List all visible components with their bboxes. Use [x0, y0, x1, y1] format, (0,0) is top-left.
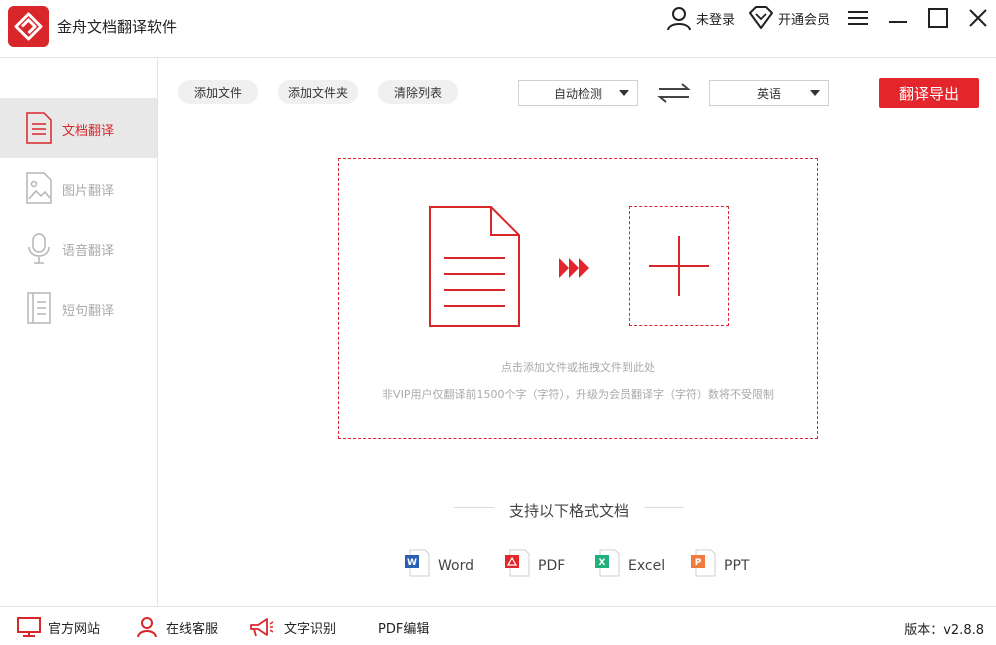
official-website-link[interactable]: 官方网站	[16, 617, 100, 637]
ocr-label: 文字识别	[284, 621, 337, 637]
document-icon	[26, 112, 52, 144]
file-drop-zone[interactable]: 点击添加文件或拖拽文件到此处 非VIP用户仅翻译前1500个字（字符），升级为会…	[338, 158, 818, 439]
user-icon	[137, 617, 157, 637]
official-website-label: 官方网站	[48, 621, 101, 637]
format-label: Excel	[628, 558, 666, 574]
vip-button[interactable]: 开通会员	[748, 4, 830, 32]
online-support-label: 在线客服	[166, 621, 219, 637]
app-title: 金舟文档翻译软件	[57, 18, 178, 36]
pdf-icon	[505, 549, 530, 577]
sidebar-item-label: 短句翻译	[62, 304, 115, 319]
plus-icon	[649, 236, 709, 296]
sidebar-item-voice-translate[interactable]: 语音翻译	[0, 218, 157, 278]
clear-list-button[interactable]: 清除列表	[378, 80, 458, 104]
format-excel: X Excel	[594, 548, 665, 578]
diamond-icon	[749, 6, 773, 29]
add-folder-button[interactable]: 添加文件夹	[278, 80, 358, 104]
format-pdf: PDF	[504, 548, 565, 578]
sidebar-item-label: 图片翻译	[62, 184, 115, 199]
vip-limit-note: 非VIP用户仅翻译前1500个字（字符），升级为会员翻译字（字符）数将不受限制	[382, 388, 774, 401]
format-ppt: P PPT	[690, 548, 749, 578]
swap-languages-button[interactable]	[656, 80, 692, 106]
format-label: Word	[438, 558, 474, 574]
drop-hint: 点击添加文件或拖拽文件到此处	[501, 361, 655, 374]
pdf-edit-link[interactable]: PDF编辑	[378, 617, 429, 637]
document-icon	[429, 206, 520, 327]
excel-icon: X	[595, 549, 620, 577]
version-label: 版本：v2.8.8	[904, 623, 984, 638]
format-label: PDF	[538, 558, 566, 574]
microphone-icon	[28, 233, 50, 264]
add-file-area[interactable]	[629, 206, 729, 326]
formats-title: 支持以下格式文档	[508, 502, 629, 520]
close-icon	[969, 9, 987, 27]
chevron-down-icon	[810, 90, 820, 96]
sidebar-item-document-translate[interactable]: 文档翻译	[0, 98, 157, 158]
word-icon: W	[405, 549, 430, 577]
notebook-icon	[27, 292, 51, 324]
monitor-icon	[17, 617, 41, 637]
svg-text:W: W	[407, 558, 417, 568]
login-button[interactable]: 未登录	[666, 4, 735, 32]
image-icon	[26, 172, 52, 204]
pdf-edit-label: PDF编辑	[378, 621, 430, 637]
megaphone-icon	[250, 618, 274, 637]
add-file-button[interactable]: 添加文件	[178, 80, 258, 104]
arrows-right-icon	[559, 258, 589, 278]
minimize-button[interactable]	[884, 4, 912, 32]
divider	[644, 507, 684, 508]
sidebar-item-sentence-translate[interactable]: 短句翻译	[0, 278, 157, 338]
sidebar-item-label: 语音翻译	[62, 244, 115, 259]
menu-icon	[848, 11, 868, 25]
svg-text:X: X	[599, 558, 606, 568]
close-button[interactable]	[964, 4, 992, 32]
swap-icon	[657, 83, 691, 103]
source-language-select[interactable]: 自动检测	[518, 80, 638, 106]
chevron-down-icon	[619, 90, 629, 96]
online-support-link[interactable]: 在线客服	[134, 617, 218, 637]
format-label: PPT	[724, 558, 750, 574]
ocr-link[interactable]: 文字识别	[248, 617, 336, 637]
app-logo-icon	[8, 6, 49, 47]
maximize-icon	[928, 8, 948, 28]
sidebar: 文档翻译 图片翻译 语音翻译 短句翻译	[0, 58, 158, 606]
user-icon	[667, 7, 691, 31]
ppt-icon: P	[691, 549, 716, 577]
sidebar-item-label: 文档翻译	[62, 124, 115, 139]
minimize-icon	[889, 21, 907, 23]
title-bar: 金舟文档翻译软件 未登录 开通会员	[0, 0, 996, 58]
source-language-value: 自动检测	[553, 86, 602, 101]
target-language-value: 英语	[756, 86, 781, 101]
format-word: W Word	[404, 548, 474, 578]
translate-export-button[interactable]: 翻译导出	[879, 78, 979, 108]
menu-button[interactable]	[844, 4, 872, 32]
target-language-select[interactable]: 英语	[709, 80, 829, 106]
svg-text:P: P	[695, 558, 702, 568]
login-label: 未登录	[696, 12, 736, 28]
vip-label: 开通会员	[778, 12, 831, 28]
sidebar-item-image-translate[interactable]: 图片翻译	[0, 158, 157, 218]
bottom-bar: 官方网站 在线客服 文字识别 PDF编辑 版本：v2.8.8	[0, 606, 996, 645]
maximize-button[interactable]	[924, 4, 952, 32]
